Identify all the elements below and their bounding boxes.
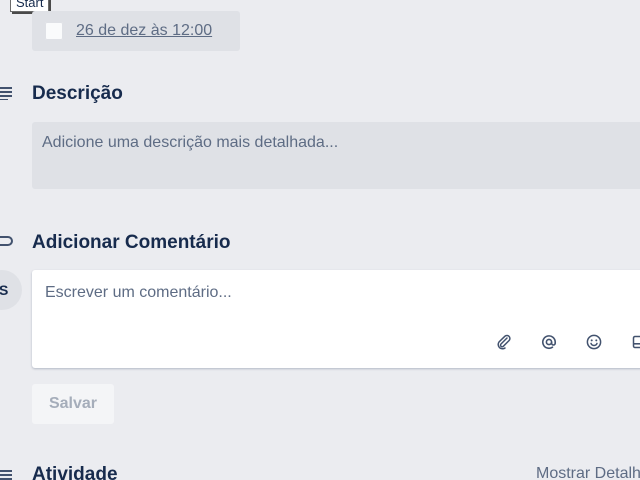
- description-lines-icon: [0, 86, 14, 105]
- comment-field[interactable]: Escrever um comentário...: [32, 270, 640, 368]
- due-date-text[interactable]: 26 de dez às 12:00: [76, 22, 212, 40]
- description-placeholder: Adicione uma descrição mais detalhada...: [42, 134, 339, 151]
- activity-title: Atividade: [32, 464, 118, 480]
- activity-lines-icon: [0, 468, 14, 480]
- description-title: Descrição: [32, 83, 123, 104]
- avatar[interactable]: S: [0, 270, 22, 310]
- avatar-initial: S: [0, 282, 9, 298]
- paperclip-icon[interactable]: [492, 330, 516, 354]
- description-field[interactable]: Adicione uma descrição mais detalhada...: [32, 122, 640, 189]
- comment-bubble-icon: [0, 234, 14, 253]
- smiley-icon[interactable]: [582, 330, 606, 354]
- card-detail-panel: Start 26 de dez às 12:00 Descrição Adici…: [0, 0, 640, 480]
- show-details-button[interactable]: Mostrar Detalhes: [536, 465, 640, 480]
- due-date-checkbox[interactable]: [45, 22, 63, 40]
- card-icon[interactable]: [628, 330, 640, 354]
- add-comment-title: Adicionar Comentário: [32, 232, 231, 253]
- comment-placeholder: Escrever um comentário...: [45, 284, 232, 301]
- due-date-chip[interactable]: 26 de dez às 12:00: [32, 11, 240, 51]
- at-sign-icon[interactable]: [537, 330, 561, 354]
- save-button[interactable]: Salvar: [32, 384, 114, 424]
